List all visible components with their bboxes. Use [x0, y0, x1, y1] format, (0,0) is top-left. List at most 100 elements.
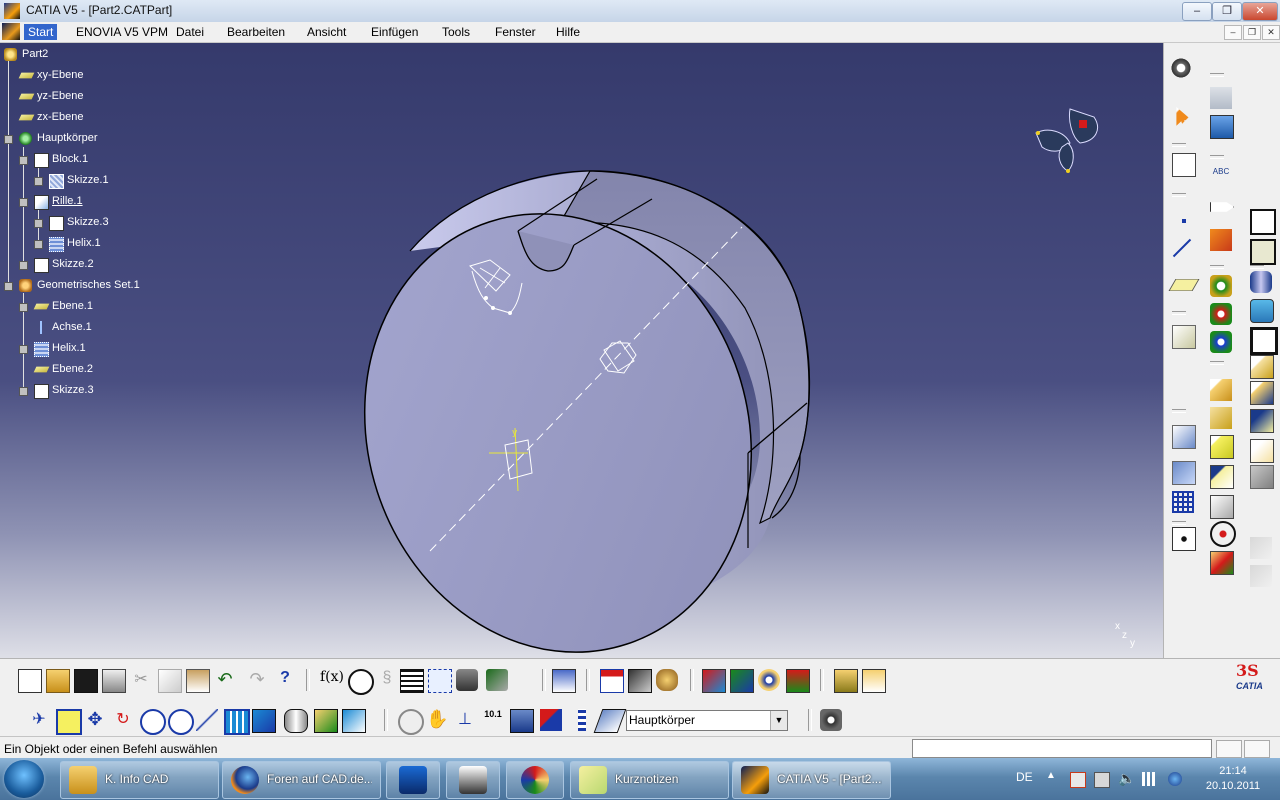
axis-view-icon[interactable]: ⊥ — [454, 709, 476, 731]
pocket-icon[interactable] — [1250, 327, 1278, 355]
tree-expand-icon[interactable] — [19, 198, 28, 207]
reaction-icon[interactable] — [486, 669, 508, 691]
part-geometry[interactable]: y — [0, 43, 1163, 658]
print-icon[interactable] — [102, 669, 126, 693]
system-clock[interactable]: 21:14 20.10.2011 — [1198, 764, 1268, 794]
compass-icon[interactable] — [1028, 101, 1108, 177]
rotation-icon[interactable] — [398, 709, 424, 735]
shell-icon[interactable] — [1250, 209, 1276, 235]
task-media-player[interactable] — [446, 761, 500, 799]
boolean-icon[interactable] — [1172, 325, 1196, 349]
catalog-icon[interactable] — [1250, 565, 1272, 587]
swap-icon[interactable] — [552, 669, 576, 693]
tree-expand-icon[interactable] — [4, 135, 13, 144]
status-button-2[interactable] — [1244, 740, 1270, 758]
hole-icon[interactable] — [1250, 299, 1274, 323]
datum-icon[interactable] — [1210, 521, 1236, 547]
publish-icon[interactable] — [1250, 537, 1272, 559]
tray-expand-icon[interactable]: ▲ — [1046, 770, 1056, 781]
hide-show-icon[interactable] — [834, 669, 858, 693]
extrude-arrow-icon[interactable] — [1210, 202, 1234, 212]
current-body-icon[interactable] — [593, 709, 627, 733]
tree-expand-icon[interactable] — [4, 282, 13, 291]
menu-datei[interactable]: Datei — [172, 24, 208, 40]
open-folder-icon[interactable] — [46, 669, 70, 693]
layers-icon[interactable] — [578, 709, 586, 731]
action-center-icon[interactable] — [1070, 772, 1086, 788]
shading-icon[interactable] — [284, 709, 308, 733]
tree-expand-icon[interactable] — [19, 261, 28, 270]
command-input[interactable] — [912, 739, 1212, 758]
lock-icon[interactable] — [456, 669, 478, 691]
point-icon[interactable] — [1182, 219, 1186, 223]
task-info-cad[interactable]: K. Info CAD — [60, 761, 219, 799]
rotate-view-icon[interactable]: ↻ — [112, 709, 134, 731]
material-icon[interactable] — [1210, 551, 1234, 575]
doc-close-button[interactable]: ✕ — [1262, 25, 1280, 40]
menu-bearbeiten[interactable]: Bearbeiten — [223, 24, 289, 40]
mirror-icon[interactable] — [1172, 461, 1196, 485]
symmetry-icon[interactable] — [1210, 465, 1234, 489]
scaling-icon[interactable] — [1250, 465, 1274, 489]
save-icon[interactable] — [74, 669, 98, 693]
fit-all-icon[interactable] — [56, 709, 82, 735]
current-body-select[interactable]: Hauptkörper ▼ — [626, 710, 788, 731]
update-icon[interactable] — [1168, 772, 1182, 786]
catia-app-icon[interactable] — [4, 3, 20, 19]
fly-mode-icon[interactable]: ✈ — [28, 709, 50, 731]
edge-fillet-icon[interactable] — [1210, 303, 1232, 325]
formula-icon[interactable]: f(x) — [320, 669, 344, 691]
render-icon[interactable] — [730, 669, 754, 693]
measure-item-toolbar-icon[interactable] — [628, 669, 652, 693]
thick-surface-icon[interactable] — [1250, 381, 1274, 405]
sketcher-icon[interactable] — [1172, 153, 1196, 177]
tree-expand-icon[interactable] — [19, 156, 28, 165]
document-icon[interactable] — [2, 23, 20, 40]
measure-inertia-icon[interactable] — [656, 669, 678, 691]
volume-icon[interactable]: 🔈 — [1118, 770, 1135, 787]
axis-system-icon[interactable] — [1172, 527, 1196, 551]
table-icon[interactable] — [400, 669, 424, 693]
measure-icon[interactable]: 10.1 — [482, 709, 504, 731]
line-icon[interactable] — [1172, 238, 1192, 258]
zoom-out-icon[interactable] — [168, 709, 194, 735]
tree-expand-icon[interactable] — [19, 345, 28, 354]
revolve-icon[interactable] — [1250, 271, 1272, 293]
text-annotation-icon[interactable]: ABC — [1210, 167, 1232, 189]
specification-tree[interactable]: Part2 xy-Ebene yz-Ebene zx-Ebene Hauptkö… — [0, 43, 160, 403]
redo-icon[interactable]: ↷ — [246, 669, 268, 691]
stiffener-icon[interactable] — [1250, 355, 1274, 379]
device-icon[interactable] — [1094, 772, 1110, 788]
tree-expand-icon[interactable] — [34, 219, 43, 228]
menu-hilfe[interactable]: Hilfe — [552, 24, 584, 40]
menu-einfuegen[interactable]: Einfügen — [367, 24, 422, 40]
tree-expand-icon[interactable] — [19, 303, 28, 312]
sew-surface-icon[interactable] — [1250, 409, 1274, 433]
draft-icon[interactable] — [1210, 275, 1232, 297]
3d-viewport[interactable]: y Part2 xy-Ebene yz-Ebene zx-Ebene Haupt… — [0, 43, 1163, 658]
menu-ansicht[interactable]: Ansicht — [303, 24, 350, 40]
task-firefox[interactable]: Foren auf CAD.de... — [222, 761, 381, 799]
task-sticky-notes[interactable]: Kurznotizen — [570, 761, 729, 799]
help-icon[interactable]: ? — [274, 669, 296, 691]
draft-analysis-icon[interactable] — [786, 669, 810, 693]
perspective-icon[interactable] — [510, 709, 534, 733]
restore-button[interactable]: ❐ — [1212, 2, 1242, 21]
doc-minimize-button[interactable]: – — [1224, 25, 1242, 40]
paste-icon[interactable] — [186, 669, 210, 693]
rotate-icon[interactable] — [1250, 439, 1274, 463]
menu-fenster[interactable]: Fenster — [491, 24, 540, 40]
close-surface-icon[interactable] — [1210, 407, 1232, 429]
pad-tool-icon[interactable] — [1210, 115, 1234, 139]
gear-icon[interactable] — [1170, 57, 1192, 79]
pattern-icon[interactable] — [1210, 229, 1232, 251]
input-language[interactable]: DE — [1016, 770, 1033, 784]
plane-tool-icon[interactable] — [1168, 279, 1200, 291]
doc-restore-button[interactable]: ❐ — [1243, 25, 1261, 40]
measure-between-icon[interactable] — [600, 669, 624, 693]
undo-icon[interactable]: ↶ — [214, 669, 236, 691]
comment-icon[interactable] — [348, 669, 374, 695]
thickness-icon[interactable] — [1250, 239, 1276, 265]
rectangular-pattern-icon[interactable] — [1172, 491, 1194, 513]
swap-visible-space-icon[interactable] — [862, 669, 886, 693]
